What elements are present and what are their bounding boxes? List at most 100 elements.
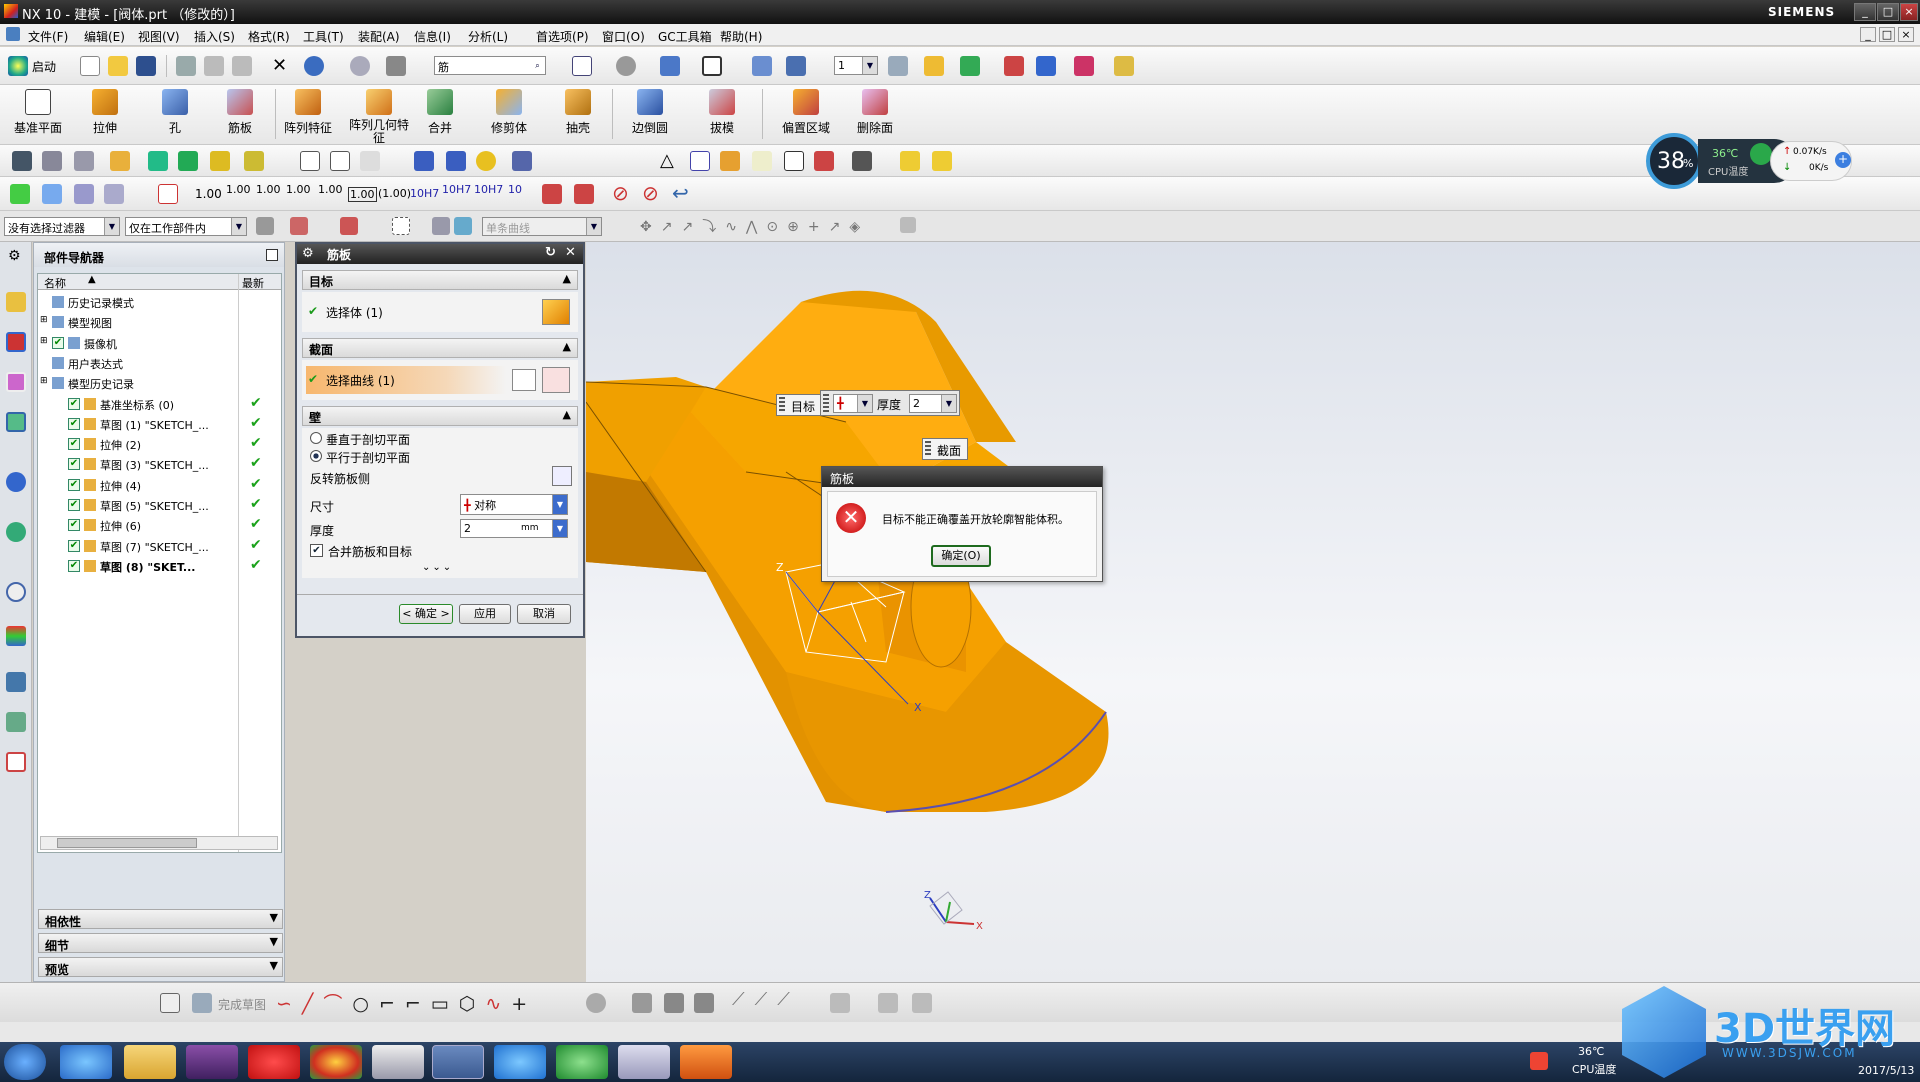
nx-taskbar-icon[interactable] <box>432 1045 484 1079</box>
snap-point-icons[interactable]: ✥↗↗⤵∿⋀⊙⊕+↗◈ <box>640 216 869 236</box>
sync-taskbar-icon[interactable] <box>556 1045 608 1079</box>
ok-button[interactable]: < 确定 > <box>399 604 453 624</box>
return-icon[interactable]: ↩ <box>672 181 689 205</box>
sketch-offset-icon[interactable] <box>664 993 684 1013</box>
accelerate-icon[interactable]: + <box>1835 152 1851 168</box>
pmi-value-2[interactable]: 1.00 <box>226 183 251 196</box>
history-icon[interactable] <box>6 522 26 542</box>
pmi-value-8[interactable]: 10H7 <box>410 187 439 200</box>
explorer-taskbar-icon[interactable] <box>124 1045 176 1079</box>
start-label[interactable]: 启动 <box>32 58 56 75</box>
note-icon[interactable] <box>720 151 740 171</box>
start-orb-icon[interactable] <box>4 1044 46 1080</box>
size-select[interactable]: ╋ 对称 ▼ <box>460 494 568 515</box>
pmi-value-6[interactable]: 1.00 <box>348 187 377 202</box>
triangle-icon[interactable]: △ <box>660 150 674 171</box>
pmi-value-3[interactable]: 1.00 <box>256 183 281 196</box>
curve-icon[interactable] <box>300 151 320 171</box>
fit-view-icon[interactable] <box>572 56 592 76</box>
layer-settings-icon[interactable] <box>888 56 908 76</box>
pdf-taskbar-icon[interactable] <box>680 1045 732 1079</box>
more-options-icon[interactable]: ⌄⌄⌄ <box>422 562 453 573</box>
radio-perpendicular[interactable] <box>310 432 322 444</box>
undo-icon[interactable] <box>304 56 324 76</box>
sketch-edit-icons[interactable]: ⟋⟋⟋ <box>732 989 800 1010</box>
validate-icon[interactable] <box>42 184 62 204</box>
show-icon[interactable] <box>178 151 198 171</box>
minimize-button[interactable]: _ <box>1854 3 1876 21</box>
filter-reset-icon[interactable] <box>256 217 274 235</box>
redo-icon[interactable] <box>350 56 370 76</box>
analysis-icon[interactable] <box>512 151 532 171</box>
preview-section[interactable]: 预览 ▼ <box>38 957 283 977</box>
onscreen-size-select[interactable]: ╋ ▼ <box>833 394 873 413</box>
navigator-hscrollbar[interactable] <box>40 836 278 850</box>
move-layer-icon[interactable] <box>74 151 94 171</box>
make-corner-icon[interactable] <box>830 993 850 1013</box>
ie-taskbar-icon[interactable] <box>60 1045 112 1079</box>
dimension-icon[interactable] <box>814 151 834 171</box>
frame-icon[interactable] <box>784 151 804 171</box>
feature-control-icon[interactable] <box>158 184 178 204</box>
new-icon[interactable] <box>80 56 100 76</box>
pmi-value-11[interactable]: 10 <box>508 183 522 196</box>
navigator-maximize-icon[interactable] <box>266 249 278 261</box>
expand-icon[interactable]: ⊞ <box>40 376 48 386</box>
onscreen-thickness-input[interactable]: 2 ▼ <box>909 394 957 413</box>
column-latest-header[interactable]: 最新 <box>242 275 264 291</box>
null2-icon[interactable]: ⊘ <box>642 181 659 205</box>
visibility-checkbox[interactable]: ✔ <box>68 397 80 410</box>
pmi-value-7[interactable]: (1.00) <box>378 187 411 200</box>
assembly-navigator-icon[interactable] <box>6 292 26 312</box>
type-filter-select[interactable]: 没有选择过滤器 ▼ <box>4 217 120 236</box>
part-navigator-icon[interactable] <box>6 372 26 392</box>
menu-preferences[interactable]: 首选项(P) <box>536 28 589 45</box>
doc-minimize-button[interactable]: _ <box>1860 27 1876 42</box>
part-model[interactable]: Z Y X Z X <box>343 242 1920 982</box>
select-body-icon[interactable] <box>542 299 570 325</box>
snap-view-icon[interactable] <box>752 56 772 76</box>
paste-icon[interactable] <box>232 56 252 76</box>
edge-blend-button[interactable]: 边倒圆 <box>622 89 678 136</box>
process-studio-icon[interactable] <box>6 672 26 692</box>
constraint-navigator-icon[interactable] <box>6 332 26 352</box>
tree-row[interactable]: ⊞ 模型历史记录 <box>38 373 281 393</box>
select-icon[interactable] <box>960 56 980 76</box>
select-curve-icon[interactable] <box>512 369 536 391</box>
pmi-cut-icon[interactable] <box>574 184 594 204</box>
measure-distance-icon[interactable] <box>1114 56 1134 76</box>
close-button[interactable]: × <box>1900 3 1918 21</box>
select-all-icon[interactable] <box>290 217 308 235</box>
winrar-taskbar-icon[interactable] <box>186 1045 238 1079</box>
resource-settings-icon[interactable]: ⚙ <box>8 248 21 264</box>
csys-icon[interactable] <box>1074 56 1094 76</box>
menu-file[interactable]: 文件(F) <box>28 28 68 45</box>
dialog-settings-icon[interactable]: ⚙ <box>302 246 314 261</box>
table-icon[interactable] <box>690 151 710 171</box>
render-style-icon[interactable] <box>616 56 636 76</box>
clock-icon[interactable] <box>6 582 26 602</box>
vector-icon[interactable] <box>1036 56 1056 76</box>
menu-view[interactable]: 视图(V) <box>138 28 180 45</box>
edit-object-icon[interactable] <box>110 151 130 171</box>
section-select-row[interactable]: ✔ 选择曲线 (1) <box>302 360 578 400</box>
menu-tools[interactable]: 工具(T) <box>303 28 344 45</box>
layer-icon[interactable] <box>42 151 62 171</box>
dependencies-section[interactable]: 相依性 ▼ <box>38 909 283 929</box>
measure-icon[interactable] <box>244 151 264 171</box>
tree-row[interactable]: ✔ 草图 (5) "SKETCH_... ✔ <box>38 495 281 515</box>
wcs-icon[interactable] <box>786 56 806 76</box>
menu-format[interactable]: 格式(R) <box>248 28 290 45</box>
reuse-library-icon[interactable] <box>6 412 26 432</box>
fillet-icon[interactable] <box>586 993 606 1013</box>
tree-row[interactable]: ✔ 草图 (3) "SKETCH_... ✔ <box>38 454 281 474</box>
combine-checkbox[interactable]: ✔ <box>310 544 323 557</box>
view-orient-icon[interactable] <box>660 56 680 76</box>
save-icon[interactable] <box>136 56 156 76</box>
visibility-checkbox[interactable]: ✔ <box>68 539 80 552</box>
null-icon[interactable]: ⊘ <box>612 181 629 205</box>
chamfer-icon[interactable] <box>632 993 652 1013</box>
trim-body-button[interactable]: 修剪体 <box>484 89 534 136</box>
quick-trim-icon[interactable] <box>878 993 898 1013</box>
menu-analysis[interactable]: 分析(L) <box>468 28 508 45</box>
